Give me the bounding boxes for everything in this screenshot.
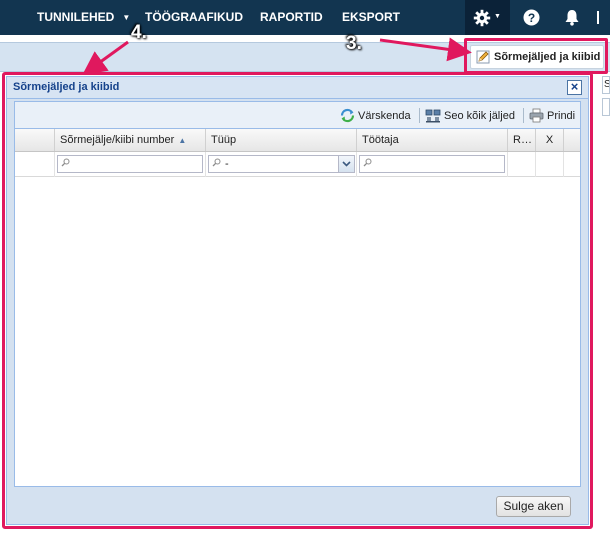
grid-panel: Värskenda Seo kõik jäljed Prindi Sõrmejä… [14,101,581,487]
fingerprints-dialog: Sõrmejäljed ja kiibid × Värskenda Seo kõ… [6,76,589,525]
top-navigation: TUNNILEHED ▼ TÖÖGRAAFIKUD RAPORTID EKSPOR… [0,0,610,35]
background-filter-field [602,98,610,116]
nav-item-label: TUNNILEHED [37,10,115,24]
link-all-prints-button[interactable]: Seo kõik jäljed [425,107,515,124]
computers-icon [425,109,441,123]
close-icon: × [570,79,579,94]
toolbar-separator [523,108,524,123]
gear-icon [473,9,491,27]
nav-divider [597,11,599,24]
search-icon [363,158,372,170]
refresh-icon [340,108,355,123]
svg-text:?: ? [528,11,535,25]
dialog-header[interactable]: Sõrmejäljed ja kiibid × [7,77,588,99]
column-header-employee[interactable]: Töötaja [357,129,508,151]
grid-header-row: Sõrmejälje/kiibi number ▲ Tüüp Töötaja R…… [15,129,580,152]
column-header-type[interactable]: Tüüp [206,129,357,151]
caret-down-icon: ▼ [122,13,131,23]
step-label-3: 3. [346,33,362,54]
nav-item-toograafikud[interactable]: TÖÖGRAAFIKUD [145,0,243,35]
dialog-title: Sõrmejäljed ja kiibid [13,81,120,93]
column-header-r[interactable]: R… [508,129,536,151]
column-header-label: Tüüp [211,134,237,146]
close-window-button[interactable]: Sulge aken [496,496,571,517]
column-header-label: Sõrmejälje/kiibi number [60,134,175,146]
grid-filter-row: - [15,152,580,177]
refresh-button-label: Värskenda [358,109,411,122]
column-header-label: Töötaja [362,134,399,146]
link-all-prints-button-label: Seo kõik jäljed [444,109,515,122]
dialog-close-button[interactable]: × [567,80,582,95]
refresh-button[interactable]: Värskenda [340,107,411,124]
pencil-icon [476,50,490,64]
grid-body-empty [15,178,580,486]
column-header-select [15,129,55,151]
column-header-label: R… [513,134,532,146]
column-header-number[interactable]: Sõrmejälje/kiibi number ▲ [55,129,206,151]
page: TUNNILEHED ▼ TÖÖGRAAFIKUD RAPORTID EKSPOR… [0,0,610,533]
search-icon [212,158,221,170]
nav-item-label: RAPORTID [260,10,323,24]
toolbar-separator [419,108,420,123]
filter-cell-r [508,152,536,177]
filter-cell-x [536,152,564,177]
nav-item-label: EKSPORT [342,10,401,24]
fingerprints-chips-button-label: Sõrmejäljed ja kiibid [494,51,601,63]
nav-item-eksport[interactable]: EKSPORT [342,0,400,35]
fingerprints-chips-button[interactable]: Sõrmejäljed ja kiibid [470,45,604,69]
nav-item-raportid[interactable]: RAPORTID [260,0,323,35]
number-filter-input[interactable] [57,155,203,173]
caret-down-icon: ▼ [494,13,501,20]
settings-menu-button[interactable]: ▼ [465,0,510,35]
employee-filter-input[interactable] [359,155,505,173]
bell-icon[interactable] [564,9,580,26]
column-header-x[interactable]: X [536,129,564,151]
help-icon[interactable]: ? [523,9,540,26]
printer-icon [529,108,544,123]
print-button-label: Prindi [547,109,576,122]
column-header-label: X [545,134,554,146]
nav-item-label: TÖÖGRAAFIKUD [145,10,243,24]
background-column-header: S [602,76,610,94]
step-label-4: 4. [131,22,147,43]
type-filter-value: - [225,158,229,170]
print-button[interactable]: Prindi [529,107,575,124]
type-filter-combobox[interactable]: - [208,155,355,173]
sort-ascending-icon: ▲ [178,136,187,145]
filter-cell-select [15,152,55,177]
nav-item-tunnilehed[interactable]: TUNNILEHED ▼ [37,0,130,35]
grid-toolbar: Värskenda Seo kõik jäljed Prindi [15,102,580,129]
chevron-down-icon [342,161,351,167]
search-icon [61,158,70,170]
dropdown-trigger[interactable] [338,156,354,172]
